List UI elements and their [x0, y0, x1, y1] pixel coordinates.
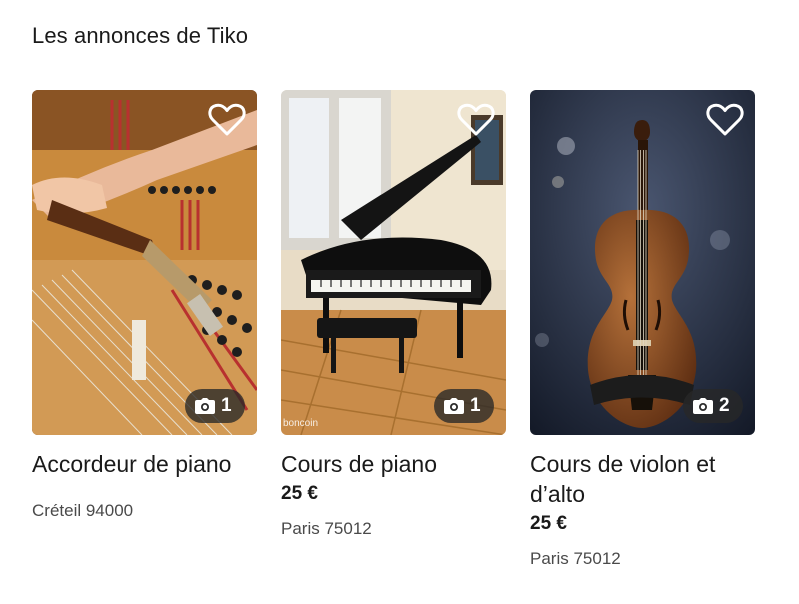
- listing-thumbnail[interactable]: 1: [32, 90, 257, 435]
- camera-icon: [693, 398, 713, 414]
- photo-count-badge: 1: [434, 389, 494, 423]
- listing-card-violin-lessons[interactable]: 2 Cours de violon et d’alto 25 € Paris 7…: [530, 90, 755, 569]
- favorite-button[interactable]: [456, 100, 496, 140]
- favorite-button[interactable]: [207, 100, 247, 140]
- heart-outline-icon: [208, 103, 246, 136]
- listing-card-piano-lessons[interactable]: boncoin 1 Cours de piano 25 € Paris 7501…: [281, 90, 506, 569]
- photo-count: 1: [221, 395, 232, 416]
- piano-tuning-photo: [32, 90, 257, 435]
- listing-title[interactable]: Cours de violon et d’alto: [530, 449, 755, 509]
- listing-card-piano-tuning[interactable]: 1 Accordeur de piano Créteil 94000: [32, 90, 257, 569]
- photo-count-badge: 2: [683, 389, 743, 423]
- photo-count: 2: [719, 395, 730, 416]
- listing-cards: 1 Accordeur de piano Créteil 94000 bonco…: [32, 90, 755, 569]
- listing-thumbnail[interactable]: boncoin 1: [281, 90, 506, 435]
- heart-outline-icon: [706, 103, 744, 136]
- camera-icon: [195, 398, 215, 414]
- violin-photo: [530, 90, 755, 435]
- photo-count-badge: 1: [185, 389, 245, 423]
- listing-thumbnail[interactable]: 2: [530, 90, 755, 435]
- listing-price: 25 €: [530, 513, 567, 534]
- listing-location: Paris 75012: [530, 549, 621, 568]
- listing-title[interactable]: Accordeur de piano: [32, 449, 257, 479]
- listing-location: Paris 75012: [281, 519, 372, 538]
- favorite-button[interactable]: [705, 100, 745, 140]
- image-watermark: boncoin: [283, 418, 319, 429]
- grand-piano-photo: [281, 90, 506, 435]
- listings-page: Les annonces de Tiko 1 Accordeur de pian…: [0, 0, 799, 604]
- listing-location: Créteil 94000: [32, 501, 134, 520]
- camera-icon: [444, 398, 464, 414]
- listing-title[interactable]: Cours de piano: [281, 449, 506, 479]
- section-title: Les annonces de Tiko: [32, 23, 249, 48]
- heart-outline-icon: [457, 103, 495, 136]
- listing-price: 25 €: [281, 483, 318, 504]
- photo-count: 1: [470, 395, 481, 416]
